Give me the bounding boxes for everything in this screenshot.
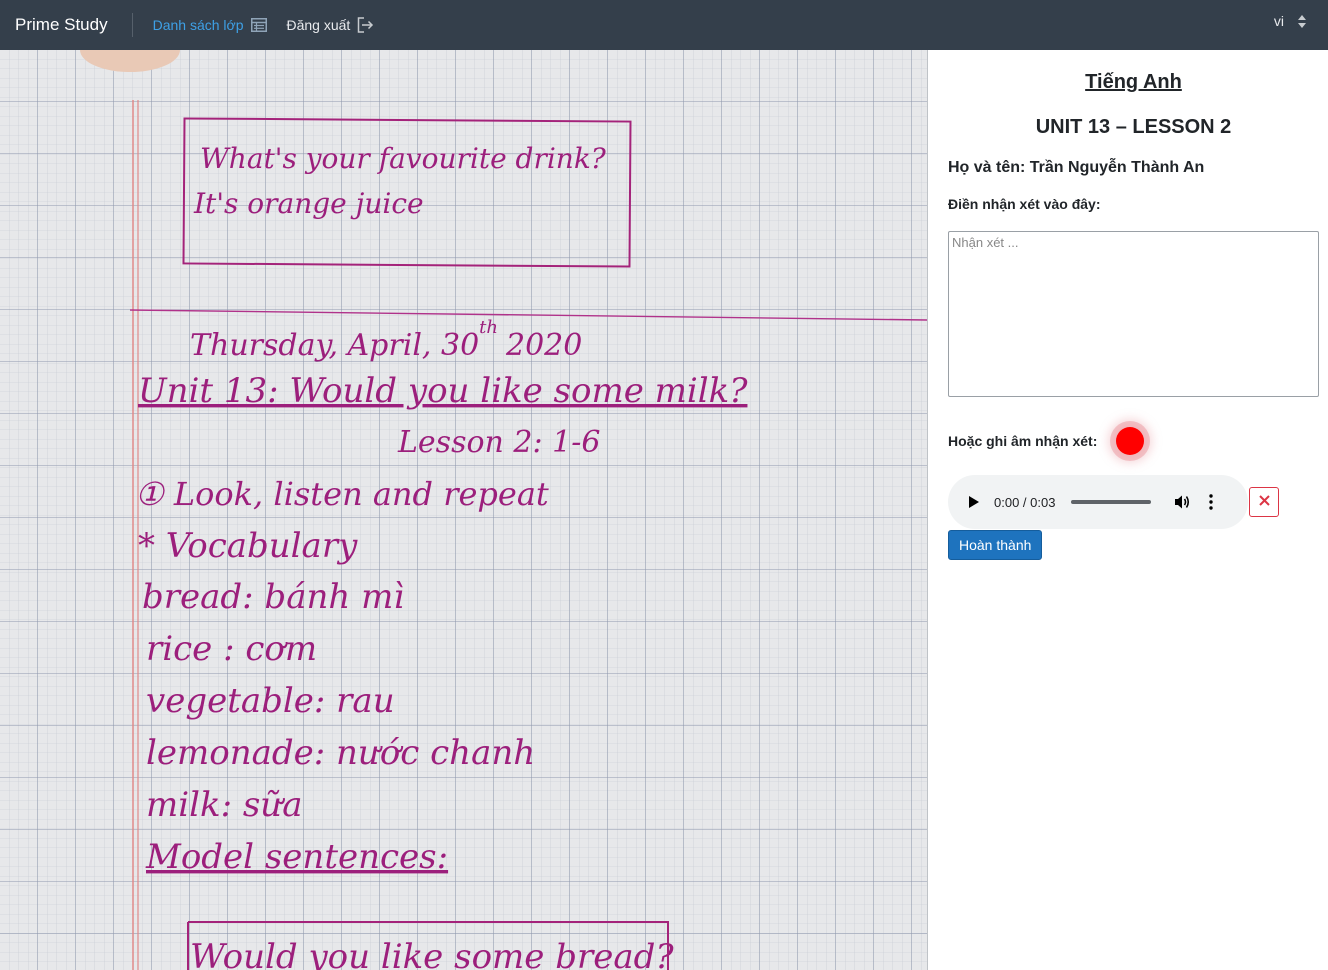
record-label: Hoặc ghi âm nhận xét: [948,433,1098,449]
date-text: Thursday, April, 30 [190,328,479,363]
vocab-item: bread: bánh mì [142,577,404,617]
student-name: Họ và tên: Trần Nguyễn Thành An [948,159,1205,176]
bottom-box-text: Would you like some bread? [190,937,674,970]
model-heading: Model sentences: [145,837,448,877]
record-row: Hoặc ghi âm nhận xét: [948,421,1319,461]
vocab-item: lemonade: nước chanh [146,733,535,773]
date-sup: th [479,317,498,338]
homework-photo: What's your favourite drink? It's orange… [0,50,928,970]
review-panel: Tiếng Anh UNIT 13 – LESSON 2 Họ và tên: … [929,50,1328,970]
section-heading: ① Look, listen and repeat [135,475,549,513]
subject-title: Tiếng Anh [1085,71,1182,93]
vocab-item: rice : cơm [146,629,317,669]
nav-logout-label: Đăng xuất [286,17,351,33]
audio-player: 0:00 / 0:03 [948,475,1248,529]
vocab-item: vegetable: rau [146,681,395,721]
lesson-title: UNIT 13 – LESSON 2 [1035,116,1232,138]
top-navbar: Prime Study Danh sách lớp Đăng xuất vi [0,0,1328,50]
audio-progress-bar[interactable] [1071,500,1152,504]
select-caret-icon [1298,14,1306,28]
volume-icon[interactable] [1174,494,1191,510]
nav-class-list[interactable]: Danh sách lớp [153,17,267,33]
vocab-item: milk: sữa [146,785,302,825]
close-icon [1258,493,1270,511]
vocab-heading: * Vocabulary [138,526,358,566]
box-line-1: What's your favourite drink? [200,142,607,175]
logout-icon [357,17,374,33]
language-value: vi [1273,13,1284,29]
nav-class-list-label: Danh sách lớp [152,17,244,33]
comment-label: Điền nhận xét vào đây: [948,196,1101,212]
record-button[interactable] [1116,427,1145,455]
nav-logout[interactable]: Đăng xuất [287,17,375,33]
audio-time: 0:00 / 0:03 [994,494,1056,510]
language-select[interactable]: vi [1274,13,1306,29]
table-list-icon [250,18,267,32]
play-icon[interactable] [968,495,982,509]
unit-title: Unit 13: Would you like some milk? [138,371,748,411]
delete-recording-button[interactable] [1249,487,1279,517]
lesson-label: Lesson 2: 1-6 [397,425,600,460]
more-options-icon[interactable] [1209,494,1214,510]
complete-button[interactable]: Hoàn thành [948,530,1043,560]
audio-row: 0:00 / 0:03 [948,475,1319,529]
comment-textarea[interactable] [948,231,1319,397]
box-line-2: It's orange juice [193,187,424,220]
notebook-page: What's your favourite drink? It's orange… [0,50,927,970]
date-year: 2020 [505,328,582,363]
brand-logo[interactable]: Prime Study [0,13,133,37]
